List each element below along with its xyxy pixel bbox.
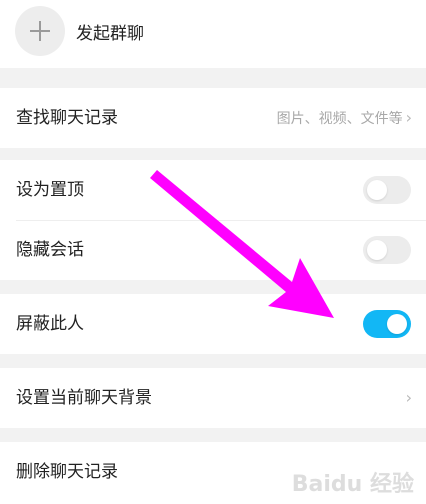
search-history-hint: 图片、视频、文件等 › — [277, 88, 412, 149]
toggle-knob — [367, 240, 387, 260]
hide-chat-label: 隐藏会话 — [16, 240, 84, 260]
toggle-knob — [387, 314, 407, 334]
block-user-label: 屏蔽此人 — [16, 314, 84, 334]
toggle-knob — [367, 180, 387, 200]
chat-background-chevron: › — [403, 368, 412, 429]
chat-background-row[interactable]: 设置当前聊天背景 › — [0, 368, 426, 428]
start-group-label: 发起群聊 — [76, 24, 144, 44]
start-group-section: 发起群聊 — [0, 0, 426, 68]
block-user-toggle[interactable] — [363, 310, 411, 338]
pin-top-toggle[interactable] — [363, 176, 411, 204]
search-history-section: 查找聊天记录 图片、视频、文件等 › — [0, 88, 426, 148]
hide-chat-row[interactable]: 隐藏会话 — [0, 220, 426, 280]
plus-icon — [30, 21, 50, 41]
block-user-row[interactable]: 屏蔽此人 — [0, 294, 426, 354]
chevron-right-icon: › — [405, 388, 412, 407]
pin-top-label: 设为置顶 — [16, 180, 84, 200]
search-history-hint-text: 图片、视频、文件等 — [276, 111, 403, 127]
pin-hide-section: 设为置顶 隐藏会话 — [0, 160, 426, 280]
search-history-label: 查找聊天记录 — [16, 108, 118, 128]
add-circle[interactable] — [15, 6, 65, 56]
hide-chat-toggle[interactable] — [363, 236, 411, 264]
chat-background-section: 设置当前聊天背景 › — [0, 368, 426, 428]
block-user-section: 屏蔽此人 — [0, 294, 426, 354]
search-history-row[interactable]: 查找聊天记录 图片、视频、文件等 › — [0, 88, 426, 148]
delete-history-label: 删除聊天记录 — [16, 462, 118, 482]
start-group-row[interactable]: 发起群聊 — [0, 4, 426, 64]
chevron-right-icon: › — [405, 108, 412, 127]
pin-top-row[interactable]: 设为置顶 — [0, 160, 426, 220]
watermark: Baidu 经验 — [291, 472, 414, 497]
chat-background-label: 设置当前聊天背景 — [16, 388, 152, 408]
